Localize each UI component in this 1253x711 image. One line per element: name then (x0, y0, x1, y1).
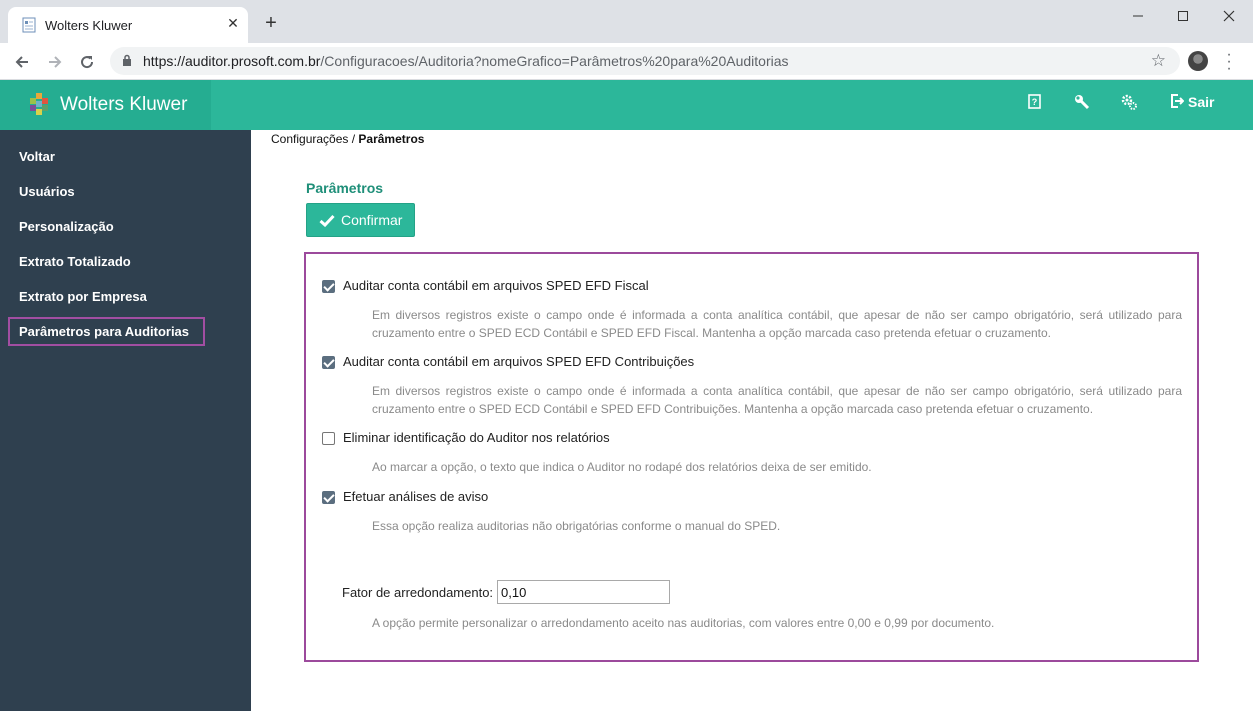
page-title: Parâmetros (306, 180, 384, 196)
profile-avatar[interactable] (1188, 51, 1208, 71)
sidebar-item-parametros-auditorias[interactable]: Parâmetros para Auditorias (19, 324, 189, 339)
checkbox-sped-efd-contribuicoes[interactable] (322, 356, 335, 369)
browser-tab-bar: Wolters Kluwer ✕ + (0, 0, 1253, 43)
sidebar-item-personalizacao[interactable]: Personalização (19, 219, 114, 234)
confirm-label: Confirmar (341, 212, 403, 228)
rounding-description: A opção permite personalizar o arredonda… (372, 616, 995, 630)
document-icon (22, 17, 36, 33)
parameters-panel: Auditar conta contábil em arquivos SPED … (304, 252, 1199, 662)
check-icon (319, 214, 335, 227)
sidebar-item-voltar[interactable]: Voltar (19, 149, 55, 164)
rounding-label: Fator de arredondamento: (342, 585, 494, 600)
breadcrumb-current: Parâmetros (358, 132, 425, 146)
reload-icon[interactable] (77, 52, 97, 72)
url-host: https://auditor.prosoft.com.br (143, 53, 321, 69)
sidebar: Voltar Usuários Personalização Extrato T… (0, 130, 251, 711)
back-icon[interactable] (12, 52, 32, 72)
breadcrumb-separator: / (348, 132, 359, 146)
logout-label: Sair (1188, 94, 1215, 110)
forward-icon[interactable] (45, 52, 65, 72)
option-description: Em diversos registros existe o campo ond… (372, 308, 1182, 340)
new-tab-icon[interactable]: + (262, 13, 280, 33)
rounding-input[interactable] (497, 580, 670, 604)
confirm-button[interactable]: Confirmar (306, 203, 415, 237)
wolters-kluwer-logo-icon (30, 93, 48, 115)
url-path: /Configuracoes/Auditoria?nomeGrafico=Par… (320, 53, 789, 69)
sidebar-item-usuarios[interactable]: Usuários (19, 184, 75, 199)
maximize-icon[interactable] (1171, 6, 1195, 26)
close-window-icon[interactable] (1217, 6, 1241, 26)
help-icon[interactable]: ? (1026, 93, 1044, 111)
checkbox-analises-aviso[interactable] (322, 491, 335, 504)
option-description: Ao marcar a opção, o texto que indica o … (372, 460, 872, 474)
logo-area[interactable]: Wolters Kluwer (0, 80, 211, 130)
bookmark-star-icon[interactable]: ☆ (1151, 51, 1166, 71)
option-label[interactable]: Eliminar identificação do Auditor nos re… (343, 430, 610, 445)
address-bar[interactable]: https://auditor.prosoft.com.br/Configura… (110, 47, 1180, 75)
brand-name: Wolters Kluwer (60, 94, 188, 115)
option-label[interactable]: Efetuar análises de aviso (343, 489, 488, 504)
breadcrumb: Configurações / Parâmetros (271, 132, 424, 146)
option-description: Essa opção realiza auditorias não obriga… (372, 519, 781, 533)
browser-tab[interactable]: Wolters Kluwer ✕ (8, 7, 248, 43)
checkbox-sped-efd-fiscal[interactable] (322, 280, 335, 293)
svg-text:?: ? (1032, 97, 1038, 107)
option-description: Em diversos registros existe o campo ond… (372, 384, 1182, 416)
option-label[interactable]: Auditar conta contábil em arquivos SPED … (343, 354, 694, 369)
browser-menu-icon[interactable]: · · · (1226, 47, 1232, 77)
minimize-icon[interactable] (1126, 6, 1150, 26)
option-label[interactable]: Auditar conta contábil em arquivos SPED … (343, 278, 649, 293)
sidebar-item-extrato-totalizado[interactable]: Extrato Totalizado (19, 254, 131, 269)
logout-icon (1171, 94, 1184, 108)
settings-icon[interactable] (1120, 93, 1138, 111)
browser-toolbar: https://auditor.prosoft.com.br/Configura… (0, 43, 1253, 80)
checkbox-eliminar-auditor[interactable] (322, 432, 335, 445)
breadcrumb-parent[interactable]: Configurações (271, 132, 348, 146)
wrench-icon[interactable] (1073, 93, 1091, 111)
close-tab-icon[interactable]: ✕ (224, 14, 242, 32)
tab-title: Wolters Kluwer (45, 18, 133, 33)
sidebar-item-extrato-por-empresa[interactable]: Extrato por Empresa (19, 289, 147, 304)
url-text: https://auditor.prosoft.com.br/Configura… (143, 53, 789, 69)
lock-icon (123, 54, 131, 66)
app-header: Wolters Kluwer ? Sair (0, 80, 1253, 130)
